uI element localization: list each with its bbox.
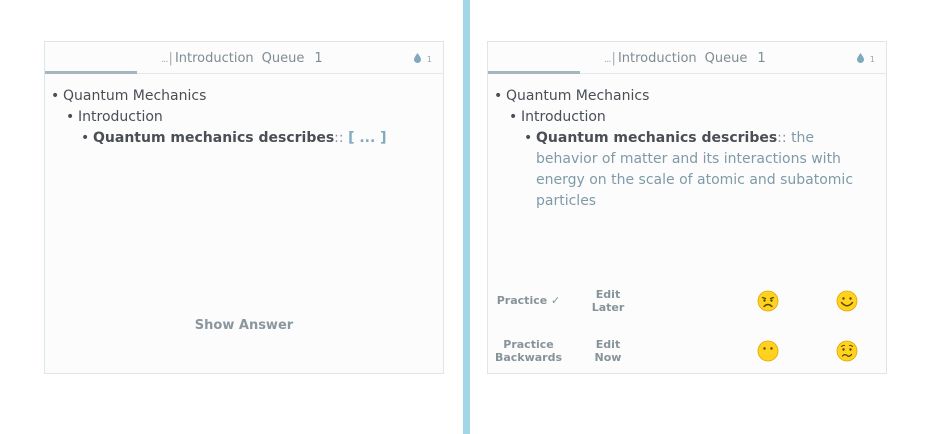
card-tree: • Quantum Mechanics • Introduction • Quantu… <box>51 86 423 149</box>
breadcrumb-introduction[interactable]: Introduction <box>618 51 697 66</box>
queue-label: Queue <box>704 51 748 66</box>
card-separator: :: <box>334 130 344 146</box>
tree-node-root[interactable]: • Quantum Mechanics <box>51 86 423 107</box>
card-tree: • Quantum Mechanics • Introduction • Quantu… <box>494 86 866 212</box>
edit-later-button[interactable]: Edit Later <box>580 288 636 314</box>
breadcrumb: ...| Introduction Queue 1 <box>604 51 766 66</box>
flashcard-answer: ...| Introduction Queue 1 1 • Quantum Mechan… <box>487 41 887 374</box>
practice-backwards-button[interactable]: Practice Backwards <box>492 338 565 364</box>
edit-now-button[interactable]: Edit Now <box>580 338 636 364</box>
breadcrumb-ellipsis[interactable]: ... <box>161 54 168 65</box>
frowning-face-icon[interactable] <box>757 290 779 312</box>
breadcrumb: ...| Introduction Queue 1 <box>161 51 323 66</box>
neutral-face-icon[interactable] <box>757 340 779 362</box>
tree-node-child[interactable]: • Introduction <box>494 107 866 128</box>
breadcrumb-introduction[interactable]: Introduction <box>175 51 254 66</box>
drop-icon <box>856 53 864 63</box>
worried-face-icon[interactable] <box>836 340 858 362</box>
drop-counter: 1 <box>413 53 432 64</box>
tree-node-question[interactable]: • Quantum mechanics describes:: [ ... ] <box>51 128 423 149</box>
smiling-face-icon[interactable] <box>836 290 858 312</box>
progress-bar <box>488 71 580 74</box>
question-text: Quantum mechanics describes <box>93 130 335 146</box>
queue-label: Queue <box>261 51 305 66</box>
breadcrumb-ellipsis[interactable]: ... <box>604 54 611 65</box>
tree-node-root[interactable]: • Quantum Mechanics <box>494 86 866 107</box>
drop-counter: 1 <box>856 53 875 64</box>
drop-icon <box>413 53 421 63</box>
drop-count: 1 <box>426 55 432 64</box>
card-header: ...| Introduction Queue 1 1 <box>45 42 443 74</box>
card-separator: :: <box>777 130 787 146</box>
progress-bar <box>45 71 137 74</box>
practice-button[interactable]: Practice ✓ <box>496 294 561 307</box>
drop-count: 1 <box>869 55 875 64</box>
cloze-placeholder: [ ... ] <box>348 130 387 146</box>
card-header: ...| Introduction Queue 1 1 <box>488 42 886 74</box>
queue-count: 1 <box>314 51 323 66</box>
queue-count: 1 <box>757 51 766 66</box>
show-answer-button[interactable]: Show Answer <box>45 318 443 333</box>
flashcard-question: ...| Introduction Queue 1 1 • Quantum Mechan… <box>44 41 444 374</box>
tree-node-child[interactable]: • Introduction <box>51 107 423 128</box>
tree-node-question[interactable]: • Quantum mechanics describes:: the behav… <box>494 128 866 212</box>
question-text: Quantum mechanics describes <box>536 130 778 146</box>
pane-divider[interactable] <box>463 0 470 434</box>
